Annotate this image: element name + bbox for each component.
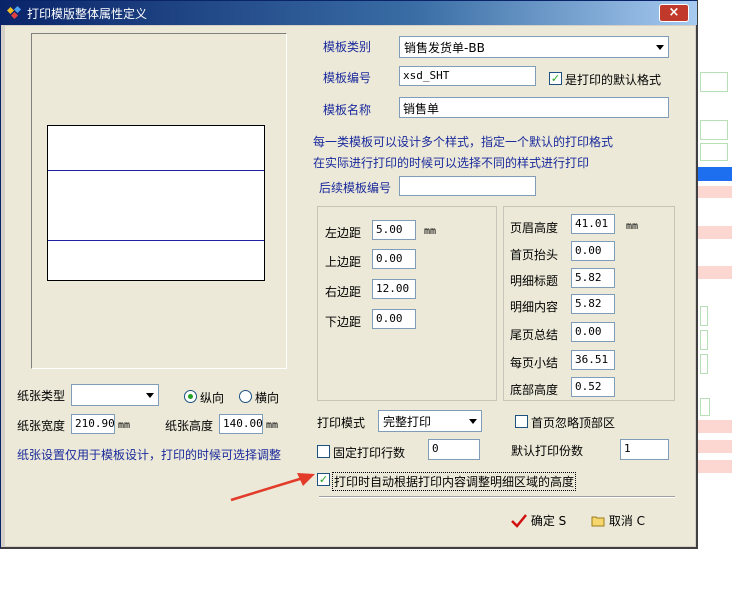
default-copies-label: 默认打印份数 xyxy=(511,444,584,458)
chevron-down-icon xyxy=(469,419,477,424)
template-type-select[interactable]: 销售发货单-BB xyxy=(399,36,669,58)
template-type-label: 模板类别 xyxy=(323,40,372,54)
template-hint-line2: 在实际进行打印的时候可以选择不同的样式进行打印 xyxy=(313,156,590,170)
cancel-button[interactable]: 取消 C xyxy=(591,512,645,529)
detail-title-label: 明细标题 xyxy=(510,274,559,288)
template-code-input[interactable]: xsd_SHT xyxy=(399,66,536,86)
right-margin-label: 右边距 xyxy=(325,285,362,299)
page-subtotal-label: 每页小结 xyxy=(510,356,559,370)
paper-note: 纸张设置仅用于模板设计，打印的时候可选择调整 xyxy=(17,448,282,462)
bottom-height-label: 底部高度 xyxy=(510,383,559,397)
dialog-window: 打印模版整体属性定义 × 纸张类型 纵向 横向 纸张宽度 210.90 mm 纸… xyxy=(0,0,698,549)
print-mode-label: 打印模式 xyxy=(317,416,366,430)
fixed-rows-checkbox[interactable] xyxy=(317,445,330,458)
dialog-content: 纸张类型 纵向 横向 纸张宽度 210.90 mm 纸张高度 140.00 mm… xyxy=(5,26,695,546)
auto-adjust-label: 打印时自动根据打印内容调整明细区域的高度 xyxy=(332,472,577,491)
red-arrow-icon xyxy=(230,473,315,502)
template-name-input[interactable]: 销售单 xyxy=(399,97,669,118)
bottom-margin-input[interactable]: 0.00 xyxy=(372,309,416,329)
preview-paper xyxy=(47,125,265,281)
background-stripe xyxy=(698,266,732,279)
detail-content-input[interactable]: 5.82 xyxy=(571,294,615,314)
background-stripe xyxy=(698,226,732,239)
page-subtotal-input[interactable]: 36.51 xyxy=(571,350,615,370)
template-hint-line1: 每一类模板可以设计多个样式，指定一个默认的打印格式 xyxy=(313,135,614,149)
background-stripe xyxy=(698,460,732,473)
template-type-value: 销售发货单-BB xyxy=(404,41,485,55)
last-page-summary-input[interactable]: 0.00 xyxy=(571,322,615,342)
default-copies-input[interactable]: 1 xyxy=(620,439,669,460)
preview-band-line xyxy=(48,170,264,171)
background-box xyxy=(700,330,708,350)
header-height-unit: mm xyxy=(626,221,639,232)
background-highlight xyxy=(698,167,732,181)
folder-icon xyxy=(591,516,605,526)
fixed-rows-input[interactable]: 0 xyxy=(428,439,480,460)
left-margin-input[interactable]: 5.00 xyxy=(372,220,416,240)
first-page-header-label: 首页抬头 xyxy=(510,248,559,262)
paper-height-input[interactable]: 140.00 xyxy=(219,414,263,434)
background-stripe xyxy=(698,440,732,453)
checkmark-icon xyxy=(511,513,527,528)
chevron-down-icon xyxy=(656,45,664,50)
background-stripe xyxy=(698,420,732,433)
ok-button[interactable]: 确定 S xyxy=(511,512,566,529)
background-stripe xyxy=(698,186,732,198)
paper-height-unit: mm xyxy=(266,420,279,431)
background-box xyxy=(700,354,708,374)
template-name-label: 模板名称 xyxy=(323,103,372,117)
top-margin-input[interactable]: 0.00 xyxy=(372,249,416,269)
last-page-summary-label: 尾页总结 xyxy=(510,328,559,342)
separator-line xyxy=(319,496,675,498)
ok-button-label: 确定 S xyxy=(530,514,567,528)
background-box xyxy=(700,143,728,161)
close-icon: × xyxy=(668,5,680,20)
background-box xyxy=(700,306,708,326)
app-icon xyxy=(7,5,22,20)
bottom-margin-label: 下边距 xyxy=(325,315,362,329)
paper-width-label: 纸张宽度 xyxy=(17,419,66,433)
portrait-label: 纵向 xyxy=(200,391,225,405)
landscape-label: 横向 xyxy=(255,391,280,405)
next-template-input[interactable] xyxy=(399,176,536,196)
window-title: 打印模版整体属性定义 xyxy=(27,7,148,21)
close-button[interactable]: × xyxy=(659,4,689,22)
left-margin-unit: mm xyxy=(424,226,437,237)
landscape-radio[interactable] xyxy=(239,390,252,403)
portrait-radio[interactable] xyxy=(184,390,197,403)
top-margin-label: 上边距 xyxy=(325,255,362,269)
chevron-down-icon xyxy=(146,393,154,398)
paper-type-select[interactable] xyxy=(71,384,159,406)
print-mode-value: 完整打印 xyxy=(383,415,432,429)
background-box xyxy=(700,72,728,92)
next-template-label: 后续模板编号 xyxy=(319,181,392,195)
default-format-checkbox[interactable]: ✓ xyxy=(549,72,562,85)
header-height-label: 页眉高度 xyxy=(510,221,559,235)
page-preview xyxy=(31,33,287,369)
ignore-header-label: 首页忽略顶部区 xyxy=(531,416,616,430)
paper-type-label: 纸张类型 xyxy=(17,389,66,403)
ignore-header-checkbox[interactable] xyxy=(515,415,528,428)
background-box xyxy=(700,120,728,140)
fixed-rows-label: 固定打印行数 xyxy=(333,446,406,460)
detail-title-input[interactable]: 5.82 xyxy=(571,268,615,288)
template-code-label: 模板编号 xyxy=(323,71,372,85)
paper-width-input[interactable]: 210.90 xyxy=(71,414,115,434)
preview-band-line xyxy=(48,240,264,241)
paper-height-label: 纸张高度 xyxy=(165,419,214,433)
header-height-input[interactable]: 41.01 xyxy=(571,214,615,234)
first-page-header-input[interactable]: 0.00 xyxy=(571,241,615,261)
right-margin-input[interactable]: 12.00 xyxy=(372,279,416,299)
detail-content-label: 明细内容 xyxy=(510,300,559,314)
print-mode-select[interactable]: 完整打印 xyxy=(378,410,482,432)
paper-width-unit: mm xyxy=(118,420,131,431)
background-box xyxy=(700,398,710,416)
title-bar[interactable]: 打印模版整体属性定义 × xyxy=(1,1,697,25)
left-margin-label: 左边距 xyxy=(325,226,362,240)
default-format-label: 是打印的默认格式 xyxy=(565,73,662,87)
cancel-button-label: 取消 C xyxy=(608,514,646,528)
bottom-height-input[interactable]: 0.52 xyxy=(571,377,615,397)
